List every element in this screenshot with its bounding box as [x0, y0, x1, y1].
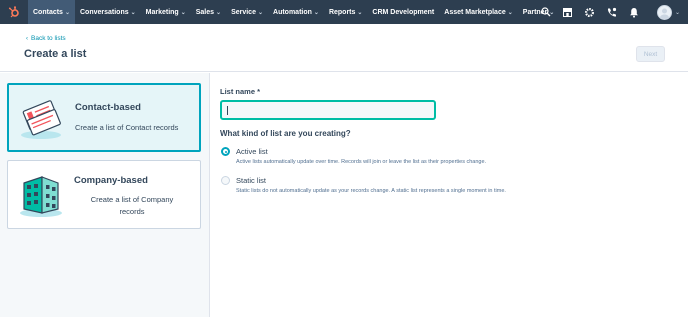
avatar: [656, 4, 672, 20]
nav-item-sales[interactable]: Sales ⌄: [191, 0, 226, 24]
card-description: Create a list of Company records: [74, 194, 190, 218]
chevron-down-icon: ⌄: [216, 9, 222, 16]
active-list-radio[interactable]: [221, 147, 230, 156]
chevron-down-icon: ⌄: [64, 9, 70, 16]
contact-based-card[interactable]: Contact-based Create a list of Contact r…: [7, 83, 201, 152]
radio-help-text: Static lists do not automatically update…: [236, 188, 506, 194]
radio-label: Static list: [236, 176, 267, 185]
list-name-label: List name *: [220, 87, 261, 96]
list-kind-question: What kind of list are you creating?: [220, 129, 351, 138]
chevron-down-icon: ⌄: [507, 9, 513, 16]
card-title: Company-based: [74, 175, 148, 186]
static-list-radio[interactable]: [221, 176, 230, 185]
nav-item-label: CRM Development: [372, 8, 435, 16]
nav-item-service[interactable]: Service ⌄: [226, 0, 268, 24]
nav-item-label: Service: [231, 8, 256, 16]
back-link-label: Back to lists: [31, 35, 66, 42]
nav-item-asset-marketplace[interactable]: Asset Marketplace ⌄: [439, 0, 518, 24]
card-title: Contact-based: [75, 102, 141, 113]
radio-label: Active list: [236, 147, 268, 156]
card-description-line: records: [119, 207, 145, 216]
nav-item-conversations[interactable]: Conversations ⌄: [75, 0, 141, 24]
nav-item-label: Sales: [195, 8, 215, 16]
nav-item-reports[interactable]: Reports ⌄: [324, 0, 367, 24]
nav-item-label: Automation: [273, 8, 312, 16]
chevron-down-icon: ⌄: [180, 9, 186, 16]
back-to-lists-link[interactable]: ‹ Back to lists: [26, 35, 66, 42]
contact-cards-icon: [21, 100, 61, 139]
hubspot-logo-icon[interactable]: [4, 0, 24, 24]
next-button[interactable]: Next: [636, 46, 665, 62]
nav-item-label: Reports: [328, 8, 356, 16]
account-menu[interactable]: ⌄: [656, 4, 680, 20]
nav-item-contacts[interactable]: Contacts ⌄: [28, 0, 75, 24]
page-title: Create a list: [24, 48, 87, 60]
chevron-down-icon: ⌄: [130, 9, 136, 16]
nav-item-automation[interactable]: Automation ⌄: [268, 0, 324, 24]
settings-icon[interactable]: [581, 0, 599, 24]
card-description-line: Create a list of Company: [90, 195, 174, 204]
notifications-icon[interactable]: [625, 0, 643, 24]
chevron-left-icon: ‹: [26, 35, 28, 42]
nav-item-label: Conversations: [79, 8, 129, 16]
calling-icon[interactable]: [603, 0, 621, 24]
company-building-icon: [20, 176, 62, 217]
nav-menu: Contacts ⌄ Conversations ⌄ Marketing ⌄ Sale…: [28, 0, 559, 24]
text-cursor: [227, 106, 228, 115]
page-header: ‹ Back to lists Create a list Next: [0, 24, 688, 72]
nav-item-label: Marketing: [145, 8, 179, 16]
nav-item-label: Asset Marketplace: [444, 8, 506, 16]
chevron-down-icon: ⌄: [257, 9, 264, 16]
company-based-card[interactable]: Company-based Create a list of Company r…: [7, 160, 201, 229]
nav-item-crm-development[interactable]: CRM Development: [367, 0, 439, 24]
list-type-panel: Contact-based Create a list of Contact r…: [0, 73, 210, 317]
marketplace-icon[interactable]: [559, 0, 577, 24]
radio-help-text: Active lists automatically update over t…: [236, 159, 487, 165]
chevron-down-icon: ⌄: [674, 9, 680, 16]
nav-utilities: ⌄: [535, 0, 688, 24]
top-nav: Contacts ⌄ Conversations ⌄ Marketing ⌄ Sale…: [0, 0, 688, 24]
chevron-down-icon: ⌄: [357, 9, 363, 16]
nav-item-label: Contacts: [33, 8, 63, 16]
nav-item-marketing[interactable]: Marketing ⌄: [141, 0, 191, 24]
search-icon[interactable]: [537, 0, 555, 24]
card-description: Create a list of Contact records: [75, 123, 179, 132]
chevron-down-icon: ⌄: [313, 9, 319, 16]
list-name-input[interactable]: [220, 100, 436, 120]
